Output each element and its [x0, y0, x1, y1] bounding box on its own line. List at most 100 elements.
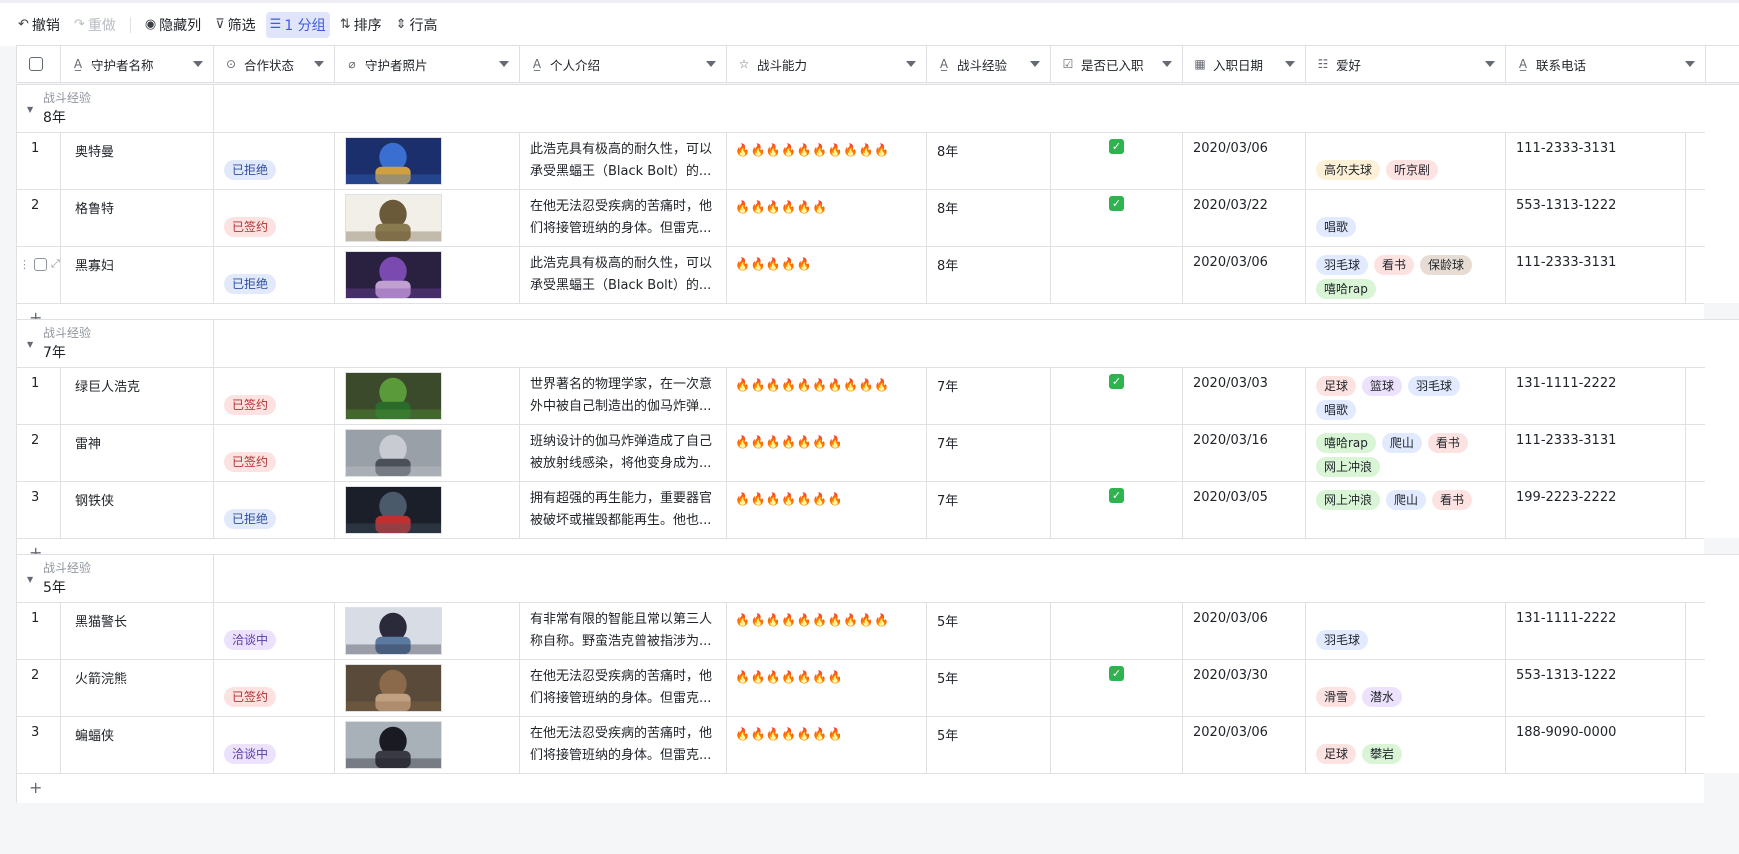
rating-cell[interactable]: 🔥🔥🔥🔥🔥🔥🔥 — [727, 425, 927, 481]
intro-cell[interactable]: 在他无法忍受疾病的苦痛时，他们将接管班纳的身体。但雷克... — [520, 660, 727, 716]
joined-cell[interactable]: ✓ — [1051, 190, 1183, 246]
phone-cell[interactable]: 111-2333-3131 — [1506, 133, 1686, 189]
column-menu-caret-icon[interactable] — [1030, 61, 1040, 67]
joined-cell[interactable] — [1051, 603, 1183, 659]
joined-cell[interactable]: ✓ — [1051, 482, 1183, 538]
photo-cell[interactable] — [335, 717, 520, 773]
status-cell[interactable]: 已签约 — [214, 425, 335, 481]
hobbies-cell[interactable]: 羽毛球 — [1306, 603, 1506, 659]
join-date-cell[interactable]: 2020/03/06 — [1183, 717, 1306, 773]
rating-cell[interactable]: 🔥🔥🔥🔥🔥🔥 — [727, 190, 927, 246]
select-all-cell[interactable] — [17, 46, 61, 82]
column-menu-caret-icon[interactable] — [314, 61, 324, 67]
phone-cell[interactable]: 553-1313-1222 — [1506, 190, 1686, 246]
photo-cell[interactable] — [335, 482, 520, 538]
join-date-cell[interactable]: 2020/03/03 — [1183, 368, 1306, 424]
phone-cell[interactable]: 131-1111-2222 — [1506, 603, 1686, 659]
filter-button[interactable]: ⊽ 筛选 — [211, 12, 260, 38]
status-cell[interactable]: 已拒绝 — [214, 482, 335, 538]
table-row[interactable]: 2 火箭浣熊 已签约 在他无法忍受疾病的苦痛时，他们将接管班纳的身体。但雷克... 🔥🔥… — [17, 659, 1705, 716]
hobbies-cell[interactable]: 高尔夫球 听京剧 — [1306, 133, 1506, 189]
row-checkbox[interactable] — [34, 257, 47, 271]
column-header[interactable]: ⌀ 守护者照片 — [335, 46, 520, 82]
guardian-name-cell[interactable]: 绿巨人浩克 — [61, 368, 214, 424]
group-label[interactable]: ▼ 战斗经验 5年 — [17, 555, 214, 603]
guardian-photo-thumbnail[interactable] — [345, 251, 442, 299]
collapse-triangle-icon[interactable]: ▼ — [27, 340, 33, 349]
guardian-photo-thumbnail[interactable] — [345, 721, 442, 769]
row-number-cell[interactable]: 1 — [17, 603, 61, 659]
experience-cell[interactable]: 7年 — [927, 482, 1051, 538]
column-header[interactable]: ⊙ 合作状态 — [214, 46, 335, 82]
intro-cell[interactable]: 班纳设计的伽马炸弹造成了自己被放射线感染，将他变身成为... — [520, 425, 727, 481]
check-mark-icon[interactable]: ✓ — [1109, 488, 1124, 503]
column-menu-caret-icon[interactable] — [706, 61, 716, 67]
experience-cell[interactable]: 5年 — [927, 603, 1051, 659]
hide-columns-button[interactable]: ◉ 隐藏列 — [141, 12, 205, 38]
table-row[interactable]: 1 黑猫警长 洽谈中 有非常有限的智能且常以第三人称自称。野蛮浩克曾被指涉为... 🔥🔥… — [17, 602, 1705, 659]
experience-cell[interactable]: 5年 — [927, 660, 1051, 716]
check-mark-icon[interactable]: ✓ — [1109, 139, 1124, 154]
join-date-cell[interactable]: 2020/03/06 — [1183, 603, 1306, 659]
guardian-photo-thumbnail[interactable] — [345, 194, 442, 242]
expand-row-icon[interactable]: ⤢ — [51, 257, 60, 271]
guardian-name-cell[interactable]: 黑猫警长 — [61, 603, 214, 659]
hobbies-cell[interactable]: 嘻哈rap 爬山 看书 网上冲浪 — [1306, 425, 1506, 481]
column-menu-caret-icon[interactable] — [193, 61, 203, 67]
status-cell[interactable]: 洽谈中 — [214, 717, 335, 773]
row-height-button[interactable]: ⇕ 行高 — [392, 12, 442, 38]
status-cell[interactable]: 已签约 — [214, 190, 335, 246]
column-header[interactable]: A̲ 个人介绍 — [520, 46, 727, 82]
column-header[interactable]: A̲ 守护者名称 — [61, 46, 214, 82]
status-cell[interactable]: 已签约 — [214, 368, 335, 424]
guardian-photo-thumbnail[interactable] — [345, 137, 442, 185]
row-number-cell[interactable]: 3 — [17, 717, 61, 773]
phone-cell[interactable]: 111-2333-3131 — [1506, 425, 1686, 481]
phone-cell[interactable]: 111-2333-3131 — [1506, 247, 1686, 303]
join-date-cell[interactable]: 2020/03/06 — [1183, 247, 1306, 303]
photo-cell[interactable] — [335, 660, 520, 716]
guardian-name-cell[interactable]: 格鲁特 — [61, 190, 214, 246]
column-menu-caret-icon[interactable] — [499, 61, 509, 67]
joined-cell[interactable]: ✓ — [1051, 133, 1183, 189]
column-header[interactable]: ☑ 是否已入职 — [1051, 46, 1183, 82]
guardian-name-cell[interactable]: 蝙蝠侠 — [61, 717, 214, 773]
row-number-cell[interactable]: 2 — [17, 425, 61, 481]
experience-cell[interactable]: 7年 — [927, 425, 1051, 481]
experience-cell[interactable]: 8年 — [927, 247, 1051, 303]
table-row[interactable]: 3 蝙蝠侠 洽谈中 在他无法忍受疾病的苦痛时，他们将接管班纳的身体。但雷克... 🔥🔥🔥… — [17, 716, 1705, 773]
table-row[interactable]: 1 奥特曼 已拒绝 此浩克具有极高的耐久性，可以承受黑蝠王（Black Bolt）的.… — [17, 132, 1705, 189]
guardian-photo-thumbnail[interactable] — [345, 372, 442, 420]
phone-cell[interactable]: 199-2223-2222 — [1506, 482, 1686, 538]
guardian-name-cell[interactable]: 火箭浣熊 — [61, 660, 214, 716]
sort-button[interactable]: ⇅ 排序 — [336, 12, 386, 38]
table-row[interactable]: 2 雷神 已签约 班纳设计的伽马炸弹造成了自己被放射线感染，将他变身成为... 🔥🔥🔥🔥… — [17, 424, 1705, 481]
photo-cell[interactable] — [335, 190, 520, 246]
intro-cell[interactable]: 拥有超强的再生能力，重要器官被破坏或摧毁都能再生。他也... — [520, 482, 727, 538]
collapse-triangle-icon[interactable]: ▼ — [27, 575, 33, 584]
select-all-checkbox[interactable] — [29, 57, 43, 71]
column-menu-caret-icon[interactable] — [1685, 61, 1695, 67]
rating-cell[interactable]: 🔥🔥🔥🔥🔥🔥🔥🔥🔥🔥 — [727, 368, 927, 424]
rating-cell[interactable]: 🔥🔥🔥🔥🔥🔥🔥 — [727, 660, 927, 716]
join-date-cell[interactable]: 2020/03/06 — [1183, 133, 1306, 189]
join-date-cell[interactable]: 2020/03/30 — [1183, 660, 1306, 716]
guardian-photo-thumbnail[interactable] — [345, 486, 442, 534]
joined-cell[interactable] — [1051, 425, 1183, 481]
phone-cell[interactable]: 553-1313-1222 — [1506, 660, 1686, 716]
intro-cell[interactable]: 有非常有限的智能且常以第三人称自称。野蛮浩克曾被指涉为... — [520, 603, 727, 659]
hobbies-cell[interactable]: 羽毛球 看书 保龄球 嘻哈rap — [1306, 247, 1506, 303]
row-number-cell[interactable]: 1 — [17, 368, 61, 424]
check-mark-icon[interactable]: ✓ — [1109, 666, 1124, 681]
photo-cell[interactable] — [335, 368, 520, 424]
status-cell[interactable]: 已签约 — [214, 660, 335, 716]
photo-cell[interactable] — [335, 603, 520, 659]
rating-cell[interactable]: 🔥🔥🔥🔥🔥🔥🔥 — [727, 482, 927, 538]
column-header[interactable]: ☆ 战斗能力 — [727, 46, 927, 82]
join-date-cell[interactable]: 2020/03/05 — [1183, 482, 1306, 538]
guardian-photo-thumbnail[interactable] — [345, 429, 442, 477]
joined-cell[interactable]: ✓ — [1051, 660, 1183, 716]
group-label[interactable]: ▼ 战斗经验 7年 — [17, 320, 214, 368]
row-number-cell[interactable]: 2 — [17, 660, 61, 716]
hobbies-cell[interactable]: 足球 攀岩 — [1306, 717, 1506, 773]
